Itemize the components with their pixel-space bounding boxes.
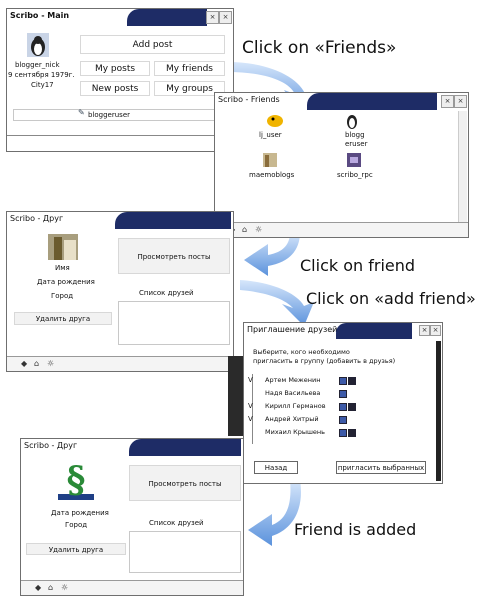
person-name: Михаил Крышень <box>265 428 326 436</box>
divider <box>7 135 233 136</box>
close-icon[interactable]: × <box>219 11 232 24</box>
minimize-icon[interactable]: ⨯ <box>206 11 219 24</box>
invite-dialog: Приглашение друзей ⨯ × Выберите, кого не… <box>243 322 443 484</box>
avatar-book-icon <box>48 234 78 260</box>
home-icon[interactable]: ⌂ <box>48 583 53 592</box>
friends-list[interactable] <box>118 301 230 345</box>
scrollbar[interactable] <box>436 341 441 481</box>
friends-list-label: Список друзей <box>149 519 204 527</box>
arrow-3 <box>240 280 314 326</box>
penguin-avatar-icon <box>27 33 49 57</box>
user-field[interactable]: ✎ bloggeruser <box>13 108 229 121</box>
home-icon[interactable]: ⌂ <box>34 359 39 368</box>
friend-name: Имя <box>55 264 70 272</box>
city: Город <box>65 521 88 529</box>
main-window: Scribo - Main ⨯ × blogger_nick 9 сентябр… <box>6 8 234 152</box>
dialog-title: Приглашение друзей <box>247 325 338 334</box>
blue-square-icon <box>339 403 347 411</box>
my-posts-button[interactable]: My posts <box>80 61 150 76</box>
window-title: Scribo - Main <box>10 11 70 20</box>
caption-click-friend: Click on friend <box>300 256 416 275</box>
pen-icon: ✎ <box>78 108 85 117</box>
checkbox-mark[interactable]: V <box>248 402 253 410</box>
instruction-line-1: Выберите, кого необходимо <box>253 348 350 356</box>
blue-square-icon <box>339 429 347 437</box>
list-item[interactable]: Надя Васильева <box>253 387 357 400</box>
svg-text:§: § <box>67 460 86 501</box>
remove-friend-button[interactable]: Удалить друга <box>26 543 126 555</box>
friends-list-label: Список друзей <box>139 289 194 297</box>
checkbox-mark[interactable]: V <box>248 415 253 423</box>
penguin-icon <box>347 115 357 129</box>
scrollbar[interactable] <box>458 111 467 223</box>
friend-label: blogg eruser <box>345 131 368 148</box>
robot-icon <box>347 153 361 167</box>
list-item[interactable]: V Андрей Хитрый <box>248 413 357 426</box>
back-icon[interactable]: ◆ <box>35 583 41 592</box>
dark-square-icon <box>348 377 356 385</box>
friend-window-2: Scribo - Друг § Дата рождения Город Прос… <box>20 438 244 596</box>
close-icon[interactable]: × <box>430 325 441 336</box>
view-posts-button[interactable]: Просмотреть посты <box>129 465 241 501</box>
friend-item[interactable]: scribo_rpc <box>337 153 387 183</box>
caption-click-friends: Click on «Friends» <box>242 38 397 58</box>
caption-click-add-friend: Click on «add friend» <box>306 289 476 308</box>
dark-square-icon <box>348 429 356 437</box>
people-list: V Артем Меженин Надя Васильева V Кирилл … <box>248 374 357 444</box>
refresh-icon[interactable]: ☼ <box>47 359 54 368</box>
remove-friend-button[interactable]: Удалить друга <box>14 312 112 325</box>
friend-window-1: Scribo - Друг Имя Дата рождения Город Пр… <box>6 211 234 372</box>
friend-label: lj_user <box>259 131 282 139</box>
person-name: Артем Меженин <box>265 376 321 384</box>
minimize-icon[interactable]: ⨯ <box>419 325 430 336</box>
desktop-fragment <box>228 356 244 436</box>
instruction-line-2: пригласить в группу (добавить в друзья) <box>253 357 396 365</box>
checkbox-mark[interactable]: V <box>248 376 253 384</box>
refresh-icon[interactable]: ☼ <box>61 583 68 592</box>
list-item[interactable]: V Кирилл Германов <box>248 400 357 413</box>
yellow-bird-icon <box>267 115 283 127</box>
add-post-button[interactable]: Add post <box>80 35 225 54</box>
home-icon[interactable]: ⌂ <box>242 225 247 234</box>
window-title: Scribo - Друг <box>10 214 64 223</box>
back-button[interactable]: Назад <box>254 461 298 474</box>
invite-selected-button[interactable]: пригласить выбранных <box>336 461 426 474</box>
refresh-icon[interactable]: ☼ <box>255 225 262 234</box>
friend-item[interactable]: maemoblogs <box>249 153 299 183</box>
city: City17 <box>31 81 54 89</box>
username: blogger_nick <box>15 61 60 69</box>
book-icon <box>263 153 277 167</box>
window-title: Scribo - Друг <box>24 441 78 450</box>
person-name: Андрей Хитрый <box>265 415 319 423</box>
friend-label: scribo_rpc <box>337 171 373 179</box>
friend-item[interactable]: blogg eruser <box>341 113 381 153</box>
user-field-value: bloggeruser <box>88 111 131 119</box>
caption-friend-added: Friend is added <box>294 520 417 539</box>
friends-list[interactable] <box>129 531 241 573</box>
friend-label: maemoblogs <box>249 171 295 179</box>
arrow-2 <box>244 232 300 276</box>
person-name: Надя Васильева <box>265 389 321 397</box>
person-name: Кирилл Германов <box>265 402 326 410</box>
close-icon[interactable]: × <box>454 95 467 108</box>
dark-square-icon <box>348 403 356 411</box>
back-icon[interactable]: ◆ <box>21 359 27 368</box>
window-title: Scribo - Friends <box>218 95 280 104</box>
friend-item[interactable]: lj_user <box>257 113 297 143</box>
view-posts-button[interactable]: Просмотреть посты <box>118 238 230 274</box>
birth-date: 9 сентября 1979г. <box>8 71 75 79</box>
list-item[interactable]: Михаил Крышень <box>253 426 357 439</box>
friends-window: Scribo - Friends ⨯ × lj_user blogg eruse… <box>214 92 469 238</box>
blue-square-icon <box>339 377 347 385</box>
avatar-section-sign-icon: § <box>58 460 94 501</box>
minimize-icon[interactable]: ⨯ <box>441 95 454 108</box>
new-posts-button[interactable]: New posts <box>80 81 150 96</box>
blue-square-icon <box>339 416 347 424</box>
blue-square-icon <box>339 390 347 398</box>
birth-date: Дата рождения <box>37 278 95 286</box>
birth-date: Дата рождения <box>51 509 109 517</box>
list-item[interactable]: V Артем Меженин <box>248 374 357 387</box>
city: Город <box>51 292 74 300</box>
my-friends-button[interactable]: My friends <box>154 61 225 76</box>
